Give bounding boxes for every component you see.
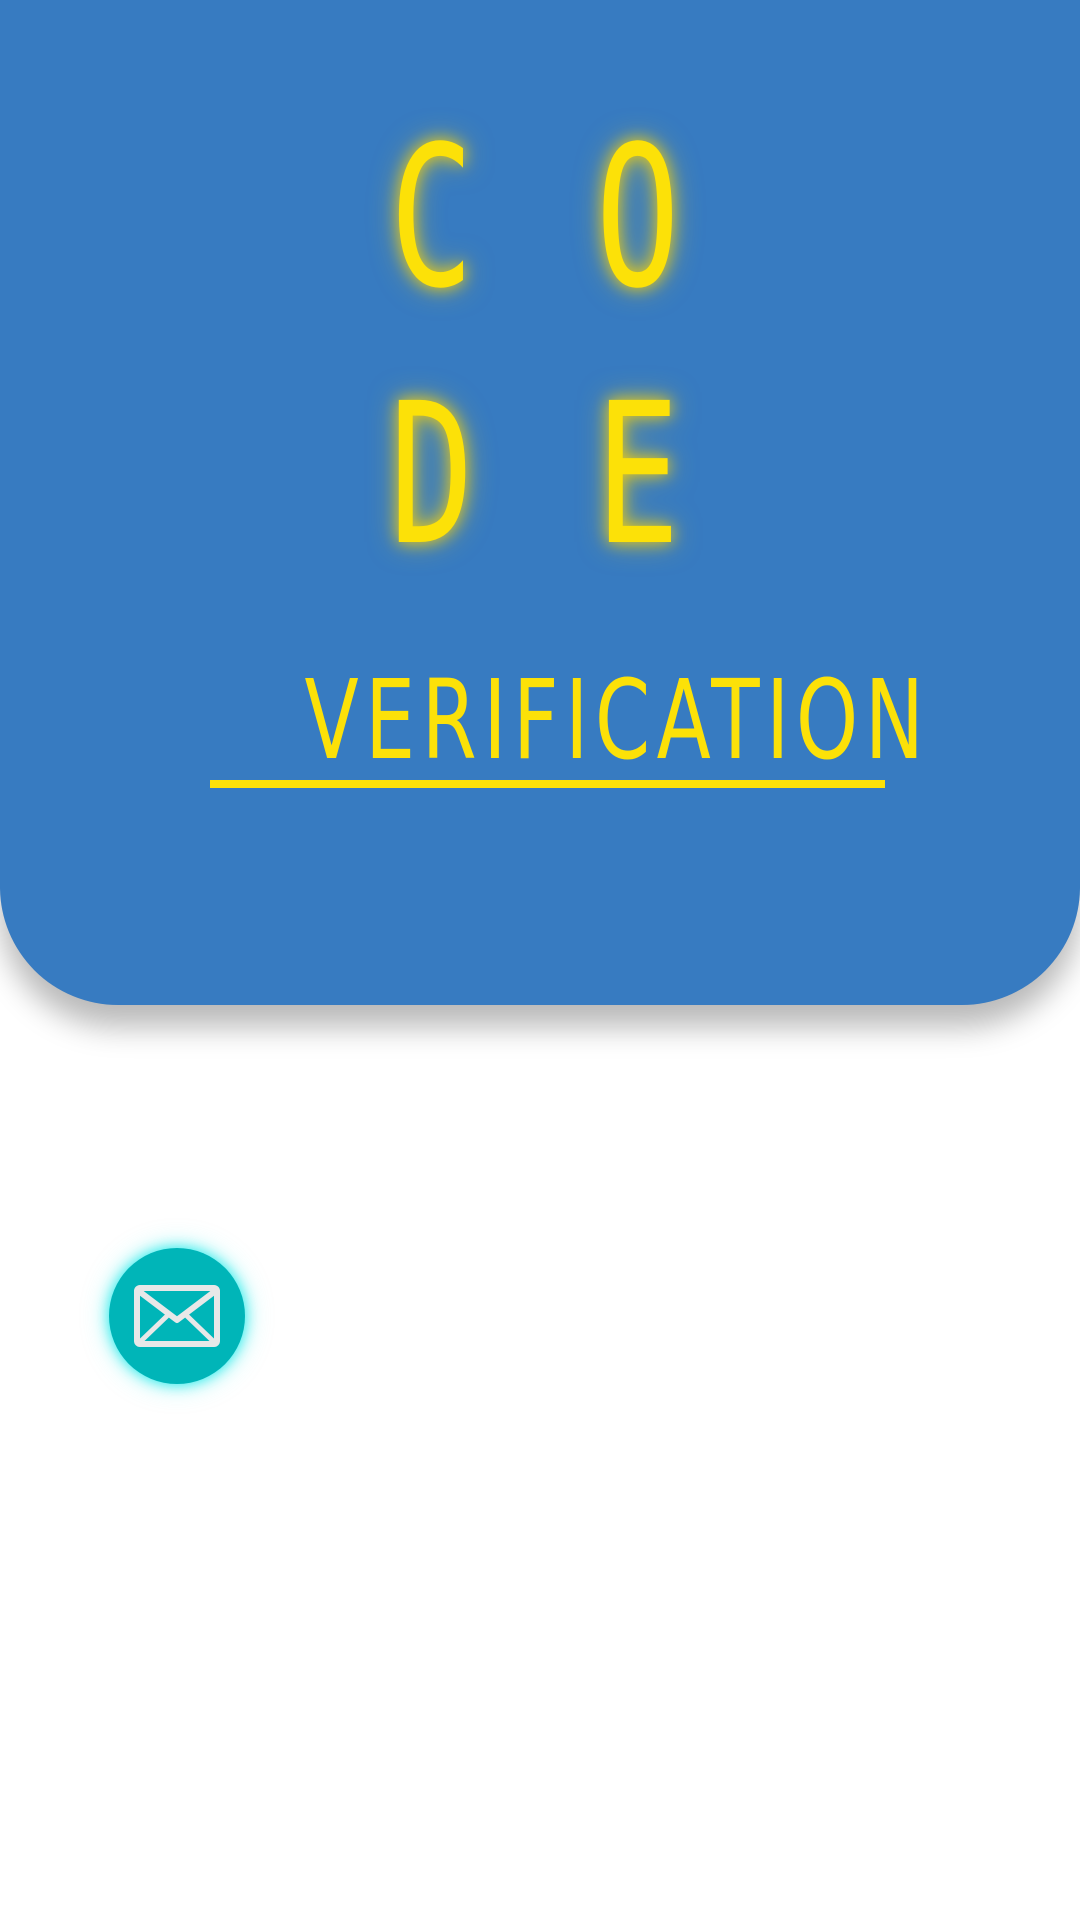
verification-underline — [210, 780, 885, 788]
code-letter-e: E — [595, 361, 680, 588]
code-letter-c: C — [389, 104, 474, 331]
verification-heading: VERIFICATION — [210, 656, 931, 790]
mail-icon — [134, 1285, 220, 1347]
code-letter-d: D — [389, 361, 474, 588]
screen: C O D E VERIFICATION — [0, 0, 1080, 1920]
hero-header: C O D E VERIFICATION — [0, 0, 1080, 1005]
code-letter-o: O — [595, 104, 680, 331]
email-button[interactable] — [109, 1248, 245, 1384]
verification-title: VERIFICATION — [304, 656, 931, 784]
